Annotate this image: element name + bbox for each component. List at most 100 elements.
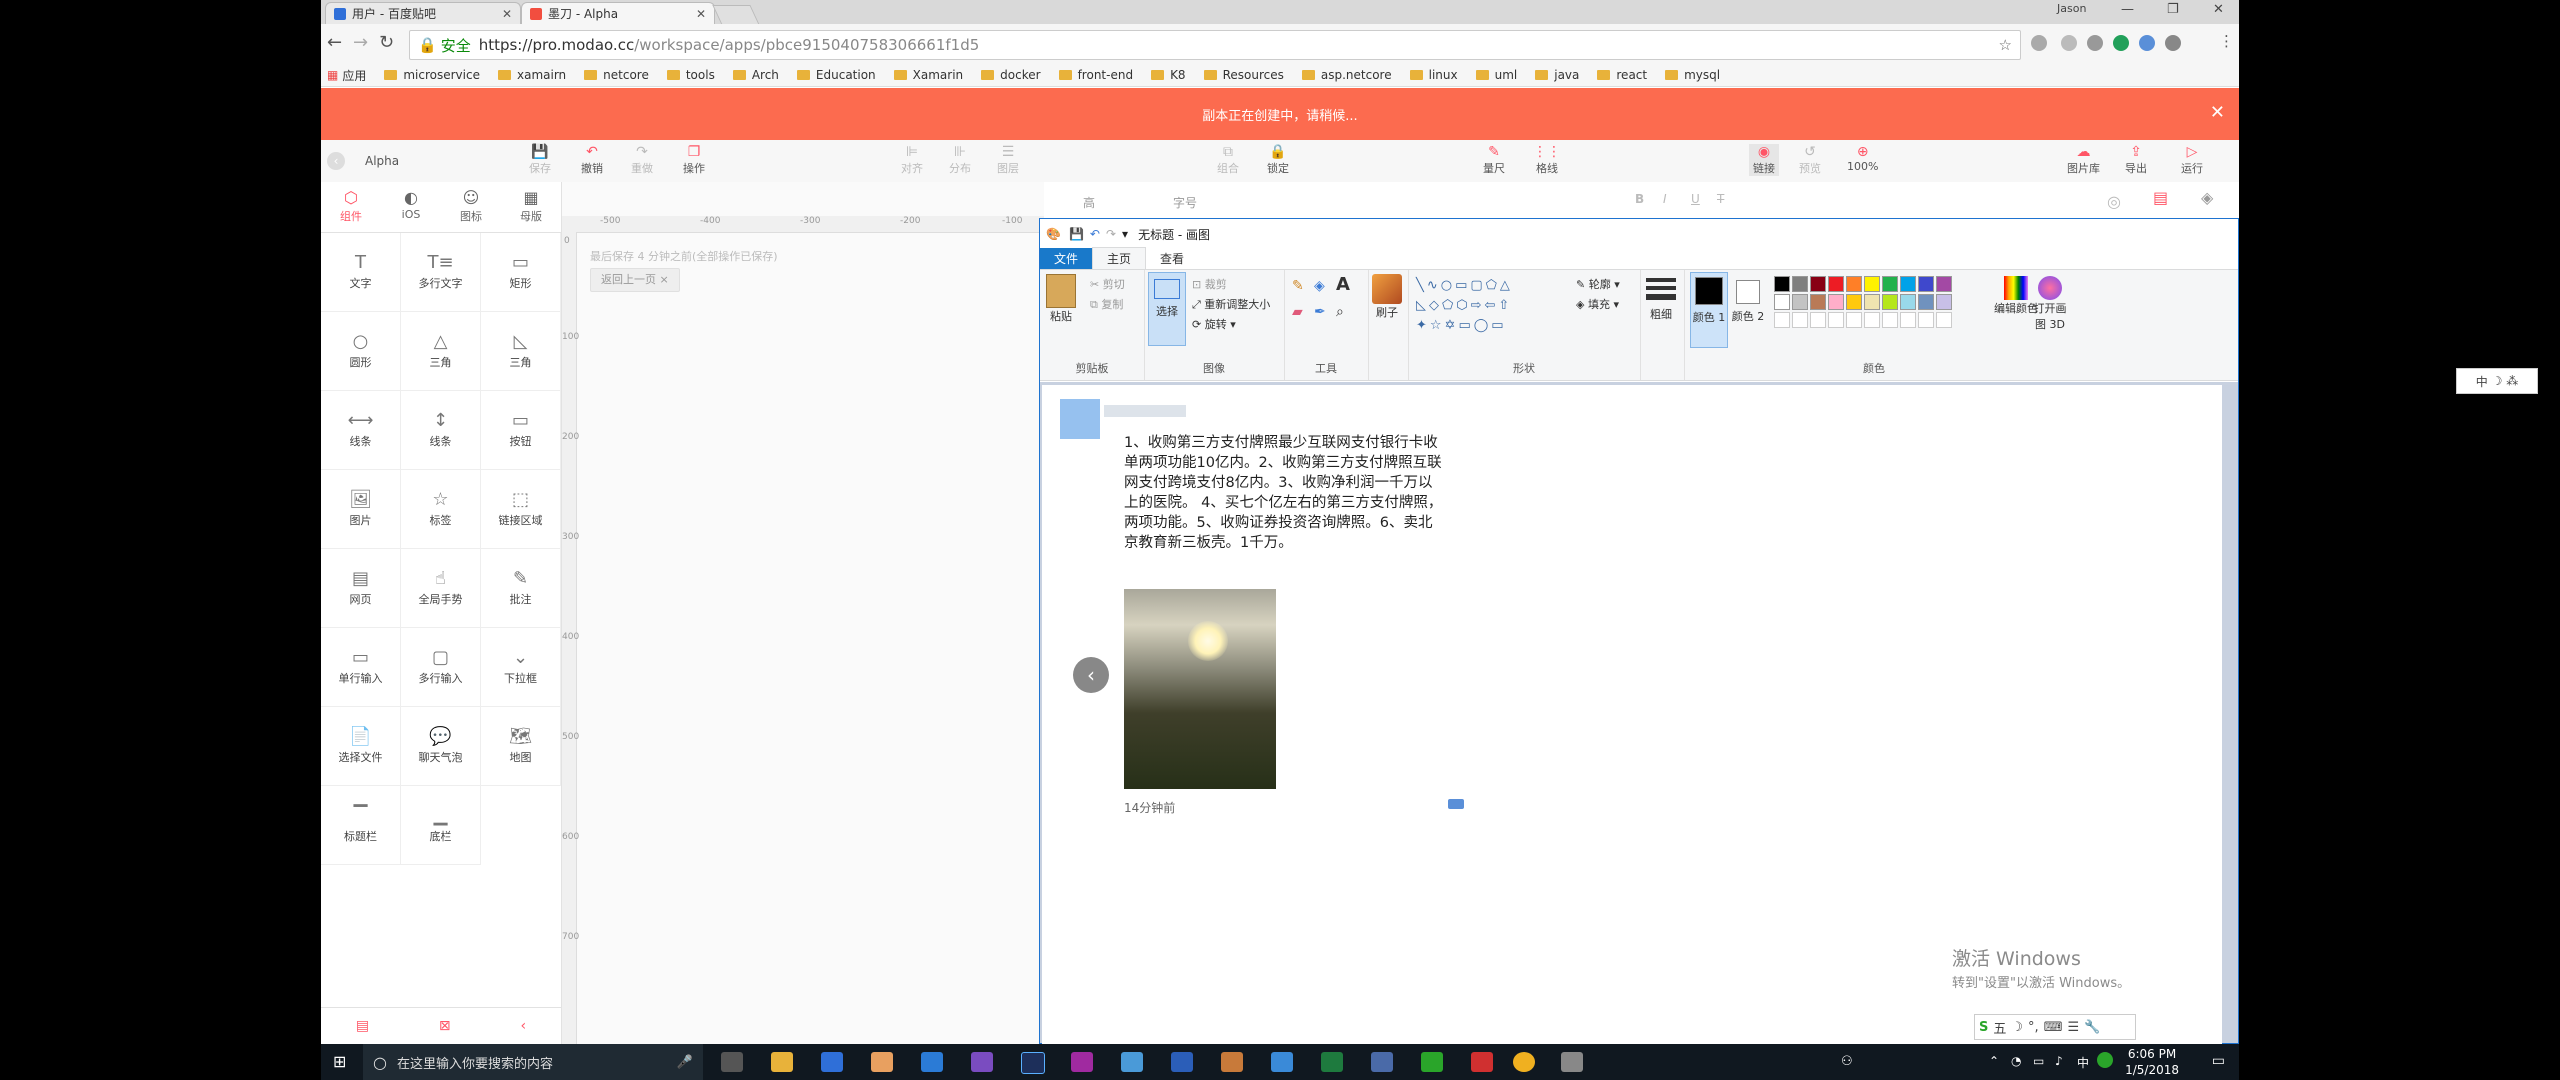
bookmark-folder[interactable]: K8 — [1151, 68, 1186, 82]
notification-icon[interactable]: ▭ — [2212, 1053, 2225, 1069]
component-image[interactable]: 🖼 图片 — [321, 470, 401, 549]
crop-button[interactable]: ⊡ 裁剪 — [1192, 276, 1227, 292]
cut-button[interactable]: ✂ 剪切 — [1090, 276, 1125, 292]
maximize-button[interactable]: ❐ — [2167, 2, 2179, 17]
bookmark-folder[interactable]: linux — [1409, 68, 1458, 82]
paint3d-button[interactable]: 打开画图 3D — [2030, 276, 2070, 332]
browser-icon[interactable] — [821, 1052, 843, 1072]
network-icon[interactable]: ◔ — [2011, 1054, 2021, 1068]
component-rectangle[interactable]: ▭ 矩形 — [481, 233, 561, 312]
settings-icon[interactable]: ◎ — [2107, 192, 2121, 211]
distribute-button[interactable]: ⊪ 分布 — [949, 144, 971, 176]
component-webpage[interactable]: ▤ 网页 — [321, 549, 401, 628]
visual-studio-icon[interactable] — [971, 1052, 993, 1072]
custom-color-swatch[interactable] — [1864, 312, 1880, 328]
component-global-gesture[interactable]: ☝ 全局手势 — [401, 549, 481, 628]
apps-shortcut[interactable]: ▦ 应用 — [327, 67, 366, 84]
bookmark-star-icon[interactable]: ☆ — [1999, 36, 2012, 54]
custom-color-swatch[interactable] — [1846, 312, 1862, 328]
extension-icon[interactable] — [2139, 35, 2155, 51]
custom-color-swatch[interactable] — [1810, 312, 1826, 328]
photoshop-icon[interactable] — [1021, 1052, 1045, 1074]
tab-components[interactable]: ⬡ 组件 — [321, 182, 381, 232]
redo-button[interactable]: ↷ 重做 — [631, 144, 653, 176]
windows-start-icon[interactable]: ⊞ — [333, 1052, 346, 1071]
app-icon[interactable] — [1221, 1052, 1243, 1072]
design-canvas[interactable]: -500 -400 -300 -200 -100 0 100 200 300 4… — [562, 182, 1044, 1044]
copy-button[interactable]: ⧉ 复制 — [1090, 296, 1123, 312]
extension-icon[interactable] — [2165, 35, 2181, 51]
tab-baidu[interactable]: 用户 - 百度贴吧 ✕ — [325, 2, 521, 24]
bookmark-folder[interactable]: react — [1597, 68, 1647, 82]
component-bottom-bar[interactable]: ▁ 底栏 — [401, 786, 481, 865]
ime-toolbar[interactable]: 中 ☽ ⁂ — [2456, 368, 2538, 394]
widget-icon[interactable]: ⊠ — [439, 1018, 451, 1034]
operate-button[interactable]: ❐ 操作 — [683, 144, 705, 176]
bookmark-folder[interactable]: docker — [981, 68, 1041, 82]
battery-icon[interactable]: ▭ — [2033, 1054, 2044, 1068]
custom-color-swatch[interactable] — [1774, 312, 1790, 328]
component-chat-bubble[interactable]: 💬 聊天气泡 — [401, 707, 481, 786]
color-swatch[interactable] — [1882, 294, 1898, 310]
italic-icon[interactable]: I — [1663, 192, 1667, 206]
menu-icon[interactable]: ⋮ — [2219, 32, 2234, 50]
netease-music-icon[interactable] — [1471, 1052, 1493, 1072]
custom-color-swatch[interactable] — [1900, 312, 1916, 328]
color-swatch[interactable] — [1828, 276, 1844, 292]
custom-color-swatch[interactable] — [1882, 312, 1898, 328]
vscode-icon[interactable] — [921, 1052, 943, 1072]
component-multi-input[interactable]: ▢ 多行输入 — [401, 628, 481, 707]
underline-icon[interactable]: U — [1691, 192, 1700, 206]
color-swatch[interactable] — [1900, 294, 1916, 310]
magnifier-icon[interactable]: ⌕ — [1336, 304, 1344, 320]
menu-file[interactable]: 文件 — [1040, 248, 1093, 269]
system-clock[interactable]: 6:06 PM 1/5/2018 — [2125, 1046, 2179, 1078]
window-close-button[interactable]: ✕ — [2213, 2, 2224, 17]
preview-button[interactable]: ↺ 预览 — [1799, 144, 1821, 176]
color-swatch[interactable] — [1900, 276, 1916, 292]
component-text[interactable]: T 文字 — [321, 233, 401, 312]
page-list-icon[interactable]: ▤ — [356, 1018, 369, 1034]
custom-color-swatch[interactable] — [1936, 312, 1952, 328]
bookmark-folder[interactable]: uml — [1475, 68, 1517, 82]
resize-button[interactable]: ⤢ 重新调整大小 — [1192, 296, 1270, 312]
component-dropdown[interactable]: ⌄ 下拉框 — [481, 628, 561, 707]
quick-access-dropdown-icon[interactable]: ▾ — [1122, 227, 1128, 241]
sogou-tray-icon[interactable] — [2097, 1052, 2113, 1068]
bookmark-folder[interactable]: Xamarin — [893, 68, 963, 82]
extension-icon[interactable] — [2087, 35, 2103, 51]
color-swatch[interactable] — [1936, 276, 1952, 292]
paste-button[interactable]: 粘贴 — [1046, 274, 1076, 324]
color-swatch[interactable] — [1936, 294, 1952, 310]
tab-icons[interactable]: ☺ 图标 — [441, 182, 501, 232]
taskbar-search[interactable]: ○ 在这里输入你要搜索的内容 🎤 — [363, 1044, 703, 1080]
microphone-icon[interactable]: 🎤 — [677, 1055, 693, 1070]
bookmark-folder[interactable]: netcore — [584, 68, 649, 82]
layers-icon[interactable]: ◈ — [2201, 188, 2213, 207]
people-icon[interactable]: ⚇ — [1841, 1054, 1853, 1069]
ime-status-bar[interactable]: S 五 ☽ °, ⌨ ☰ 🔧 — [1974, 1014, 2136, 1040]
component-link-area[interactable]: ⬚ 链接区域 — [481, 470, 561, 549]
rotate-button[interactable]: ⟳ 旋转 ▾ — [1192, 316, 1236, 332]
color-swatch[interactable] — [1864, 276, 1880, 292]
chat-icon[interactable] — [1448, 799, 1464, 809]
component-single-input[interactable]: ▭ 单行输入 — [321, 628, 401, 707]
bookmark-folder[interactable]: Education — [796, 68, 876, 82]
color2-button[interactable]: 颜色 2 — [1730, 272, 1766, 346]
url-bar[interactable]: 🔒 安全 https://pro.modao.cc /workspace/app… — [409, 30, 2021, 60]
volume-icon[interactable]: ♪ — [2055, 1054, 2063, 1068]
fill-button[interactable]: ◈ 填充 ▾ — [1576, 296, 1619, 312]
back-circle-icon[interactable]: ‹ — [327, 152, 345, 170]
component-button[interactable]: ▭ 按钮 — [481, 391, 561, 470]
new-tab-button[interactable] — [712, 5, 760, 25]
collapse-icon[interactable]: ‹ — [520, 1018, 526, 1034]
forward-icon[interactable]: → — [353, 32, 368, 53]
tools-icon[interactable] — [1271, 1052, 1293, 1072]
undo-icon[interactable]: ↶ — [1090, 227, 1100, 241]
minimize-button[interactable]: — — [2121, 2, 2134, 17]
component-vertical-line[interactable]: ↕ 线条 — [401, 391, 481, 470]
link-button[interactable]: ◉ 链接 — [1749, 144, 1779, 176]
custom-color-swatch[interactable] — [1792, 312, 1808, 328]
extension-icon[interactable] — [2061, 35, 2077, 51]
extension-icon[interactable] — [2031, 35, 2047, 51]
